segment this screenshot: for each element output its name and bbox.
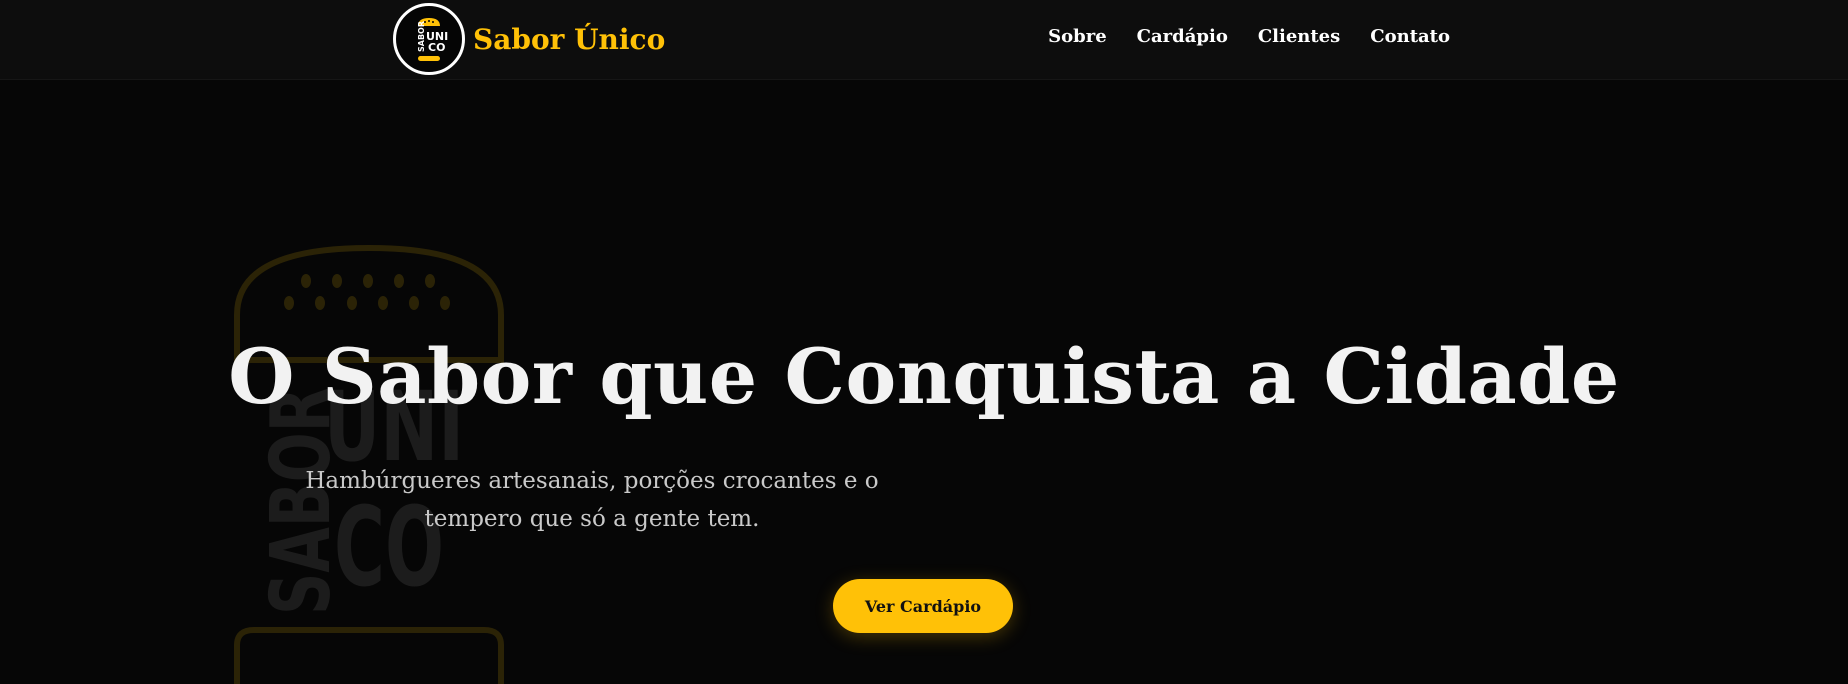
logo-text-co: CO: [428, 41, 445, 54]
navbar: SABOR UNI CO Sabor Único Sobre Cardápio …: [0, 0, 1848, 80]
burger-logo-icon: SABOR UNI CO: [417, 18, 448, 61]
hero-title: O Sabor que Conquista a Cidade: [228, 332, 1620, 421]
brand[interactable]: SABOR UNI CO Sabor Único: [393, 3, 665, 75]
nav-link-clientes[interactable]: Clientes: [1258, 26, 1340, 47]
hero-section: SABOR UNI CO O Sabor que Conquista a Cid…: [0, 80, 1848, 684]
nav-link-cardapio[interactable]: Cardápio: [1137, 26, 1228, 47]
main-nav: Sobre Cardápio Clientes Contato: [1048, 26, 1450, 47]
nav-link-contato[interactable]: Contato: [1370, 26, 1450, 47]
logo-text-sabor: SABOR: [417, 21, 426, 52]
logo[interactable]: SABOR UNI CO: [393, 3, 465, 75]
brand-name[interactable]: Sabor Único: [473, 23, 665, 56]
ver-cardapio-button[interactable]: Ver Cardápio: [833, 579, 1013, 633]
hero-subtitle: Hambúrgueres artesanais, porções crocant…: [305, 468, 879, 532]
nav-link-sobre[interactable]: Sobre: [1048, 26, 1107, 47]
